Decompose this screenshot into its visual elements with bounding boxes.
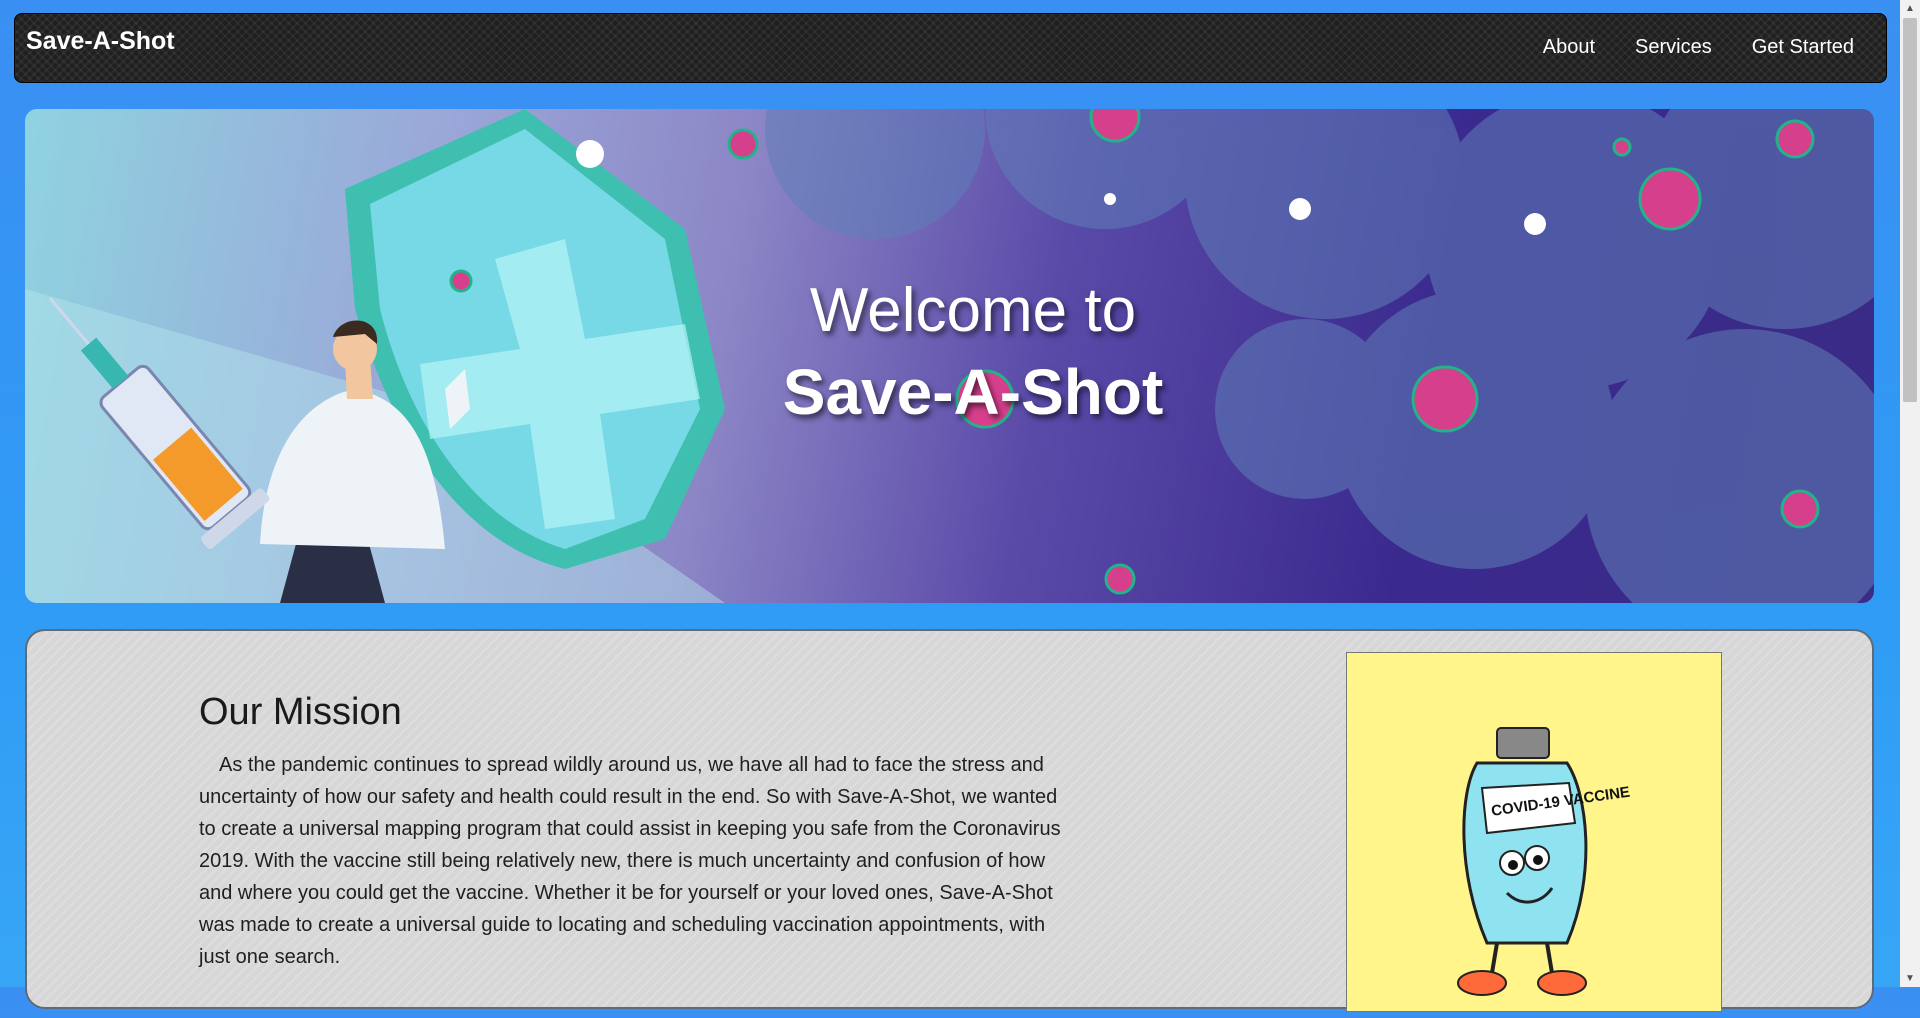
scroll-down-arrow-icon[interactable]: ▼	[1900, 970, 1920, 987]
brand-logo-link[interactable]: Save-A-Shot	[26, 27, 175, 56]
nav-link-services[interactable]: Services	[1635, 36, 1712, 59]
nav-link-about[interactable]: About	[1543, 36, 1595, 59]
mission-heading: Our Mission	[199, 691, 402, 733]
nav-link-get-started[interactable]: Get Started	[1752, 36, 1854, 59]
mission-section: Our Mission As the pandemic continues to…	[25, 629, 1874, 1012]
hero-welcome-text: Welcome to	[809, 276, 1137, 345]
page-scrollbar[interactable]: ▲ ▼	[1900, 0, 1920, 987]
top-navbar: Save-A-Shot About Services Get Started	[14, 13, 1887, 83]
vaccine-mascot-icon: COVID-19 VACCINE	[1457, 727, 1631, 996]
hero-banner: Welcome to Save-A-Shot	[25, 109, 1874, 603]
hero-brand-title: Save-A-Shot	[782, 356, 1164, 428]
scroll-up-arrow-icon[interactable]: ▲	[1900, 0, 1920, 17]
nav-links: About Services Get Started	[1543, 36, 1854, 59]
scrollbar-thumb[interactable]	[1903, 18, 1917, 402]
mission-paragraph: As the pandemic continues to spread wild…	[199, 754, 1061, 968]
vaccine-mascot-card: COVID-19 VACCINE	[1346, 652, 1722, 1012]
